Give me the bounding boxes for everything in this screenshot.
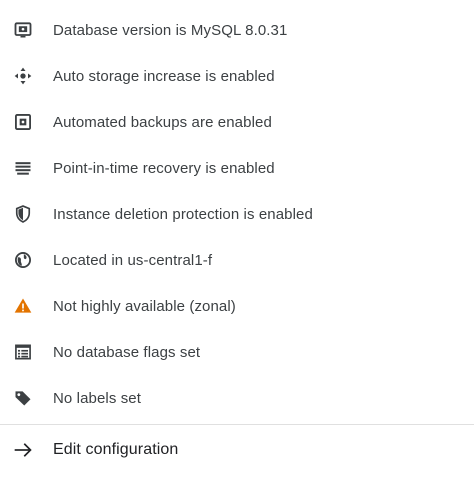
divider: [0, 424, 474, 425]
summary-item-labels: No labels set: [0, 378, 474, 418]
backup-icon: [11, 110, 35, 134]
warning-icon: [11, 294, 35, 318]
label-tag-icon: [11, 386, 35, 410]
summary-item-database-version: Database version is MySQL 8.0.31: [0, 10, 474, 50]
edit-configuration-button[interactable]: Edit configuration: [0, 430, 474, 470]
summary-item-label: Point-in-time recovery is enabled: [53, 159, 275, 177]
summary-item-database-flags: No database flags set: [0, 332, 474, 372]
database-version-icon: [11, 18, 35, 42]
instance-summary-panel: Database version is MySQL 8.0.31 Auto st…: [0, 0, 474, 479]
summary-item-label: Auto storage increase is enabled: [53, 67, 275, 85]
summary-item-availability: Not highly available (zonal): [0, 286, 474, 326]
storage-expand-icon: [11, 64, 35, 88]
summary-item-label: Database version is MySQL 8.0.31: [53, 21, 288, 39]
summary-item-label: Automated backups are enabled: [53, 113, 272, 131]
summary-item-backups: Automated backups are enabled: [0, 102, 474, 142]
summary-item-deletion-protection: Instance deletion protection is enabled: [0, 194, 474, 234]
summary-item-location: Located in us-central1-f: [0, 240, 474, 280]
summary-item-label: Not highly available (zonal): [53, 297, 236, 315]
recovery-log-icon: [11, 156, 35, 180]
globe-icon: [11, 248, 35, 272]
summary-item-pitr: Point-in-time recovery is enabled: [0, 148, 474, 188]
summary-item-label: No database flags set: [53, 343, 201, 361]
summary-item-auto-storage: Auto storage increase is enabled: [0, 56, 474, 96]
shield-icon: [11, 202, 35, 226]
summary-item-label: Instance deletion protection is enabled: [53, 205, 313, 223]
summary-item-label: No labels set: [53, 389, 142, 407]
flags-list-icon: [11, 340, 35, 364]
edit-configuration-label: Edit configuration: [53, 441, 179, 458]
arrow-right-icon: [11, 438, 35, 462]
summary-item-label: Located in us-central1-f: [53, 251, 213, 269]
